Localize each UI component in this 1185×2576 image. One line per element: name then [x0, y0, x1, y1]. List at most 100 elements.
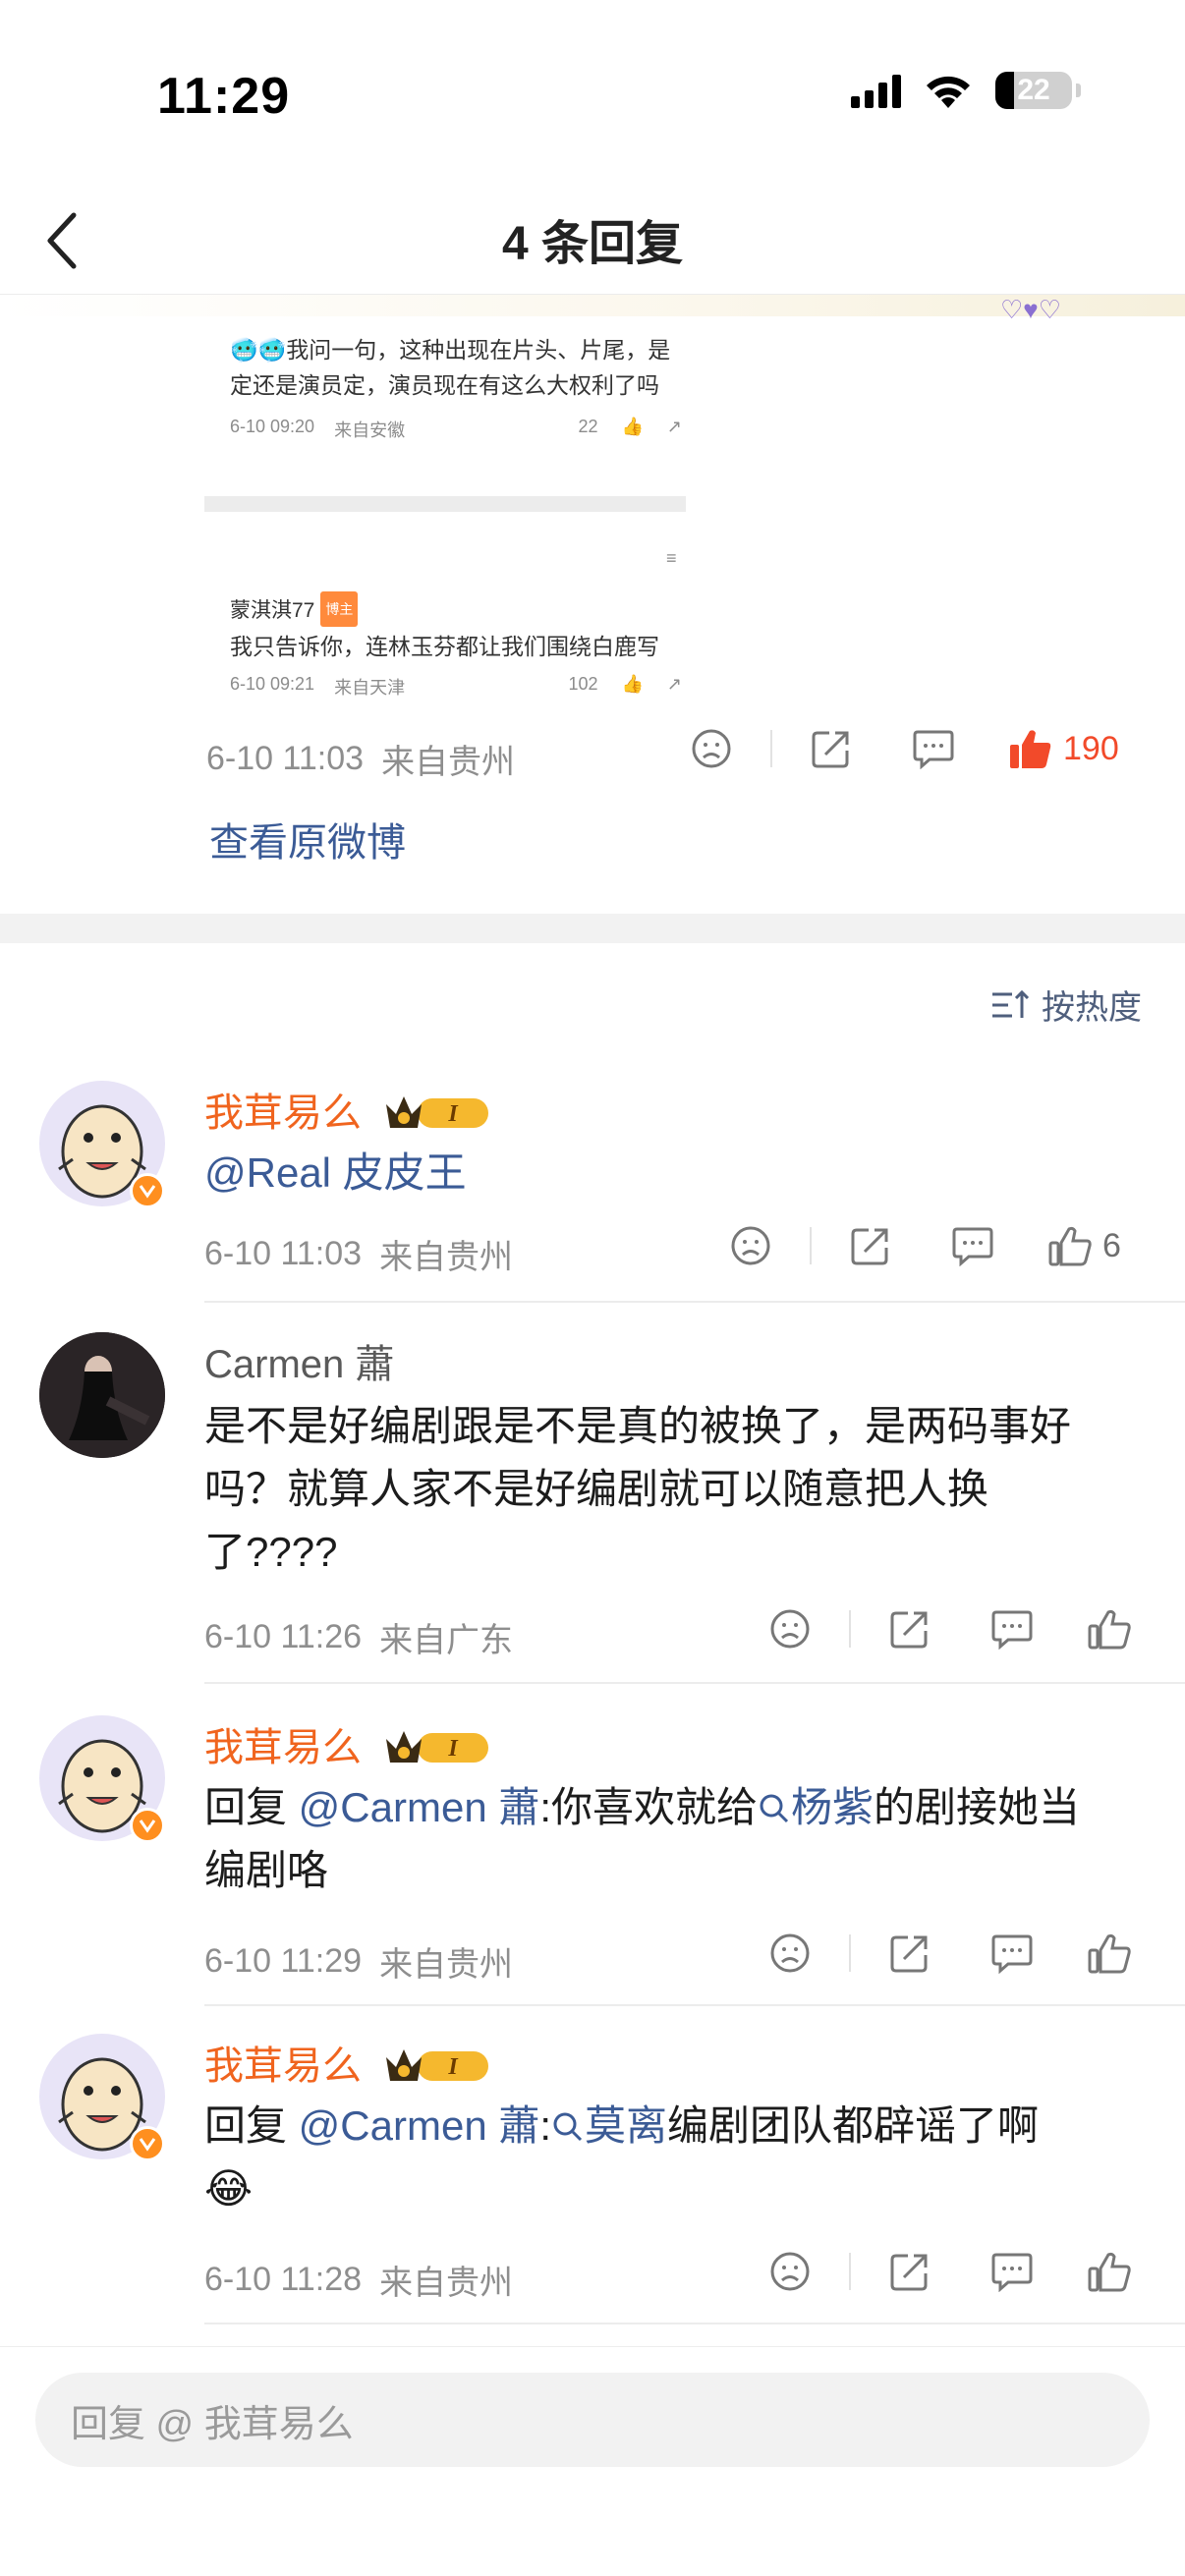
comment-username[interactable]: 我茸易么 I: [204, 2034, 492, 2091]
comment-text: 回复 @Carmen 蕭: 莫离编剧团队都辟谣了啊 😂: [204, 2095, 1148, 2220]
comment-button[interactable]: [906, 728, 961, 769]
frown-icon: [692, 729, 731, 768]
reply-input[interactable]: 回复 @ 我茸易么: [35, 2373, 1150, 2467]
image-comment-1-line-2: 定还是演员定，演员现在有这么大权利了吗: [230, 372, 659, 398]
topic-link[interactable]: 莫离: [551, 2102, 667, 2149]
comment-actions: [762, 1607, 1132, 1651]
comment-icon: [991, 1934, 1033, 1974]
comment-username[interactable]: 我茸易么 I: [204, 1715, 492, 1772]
comment-text: 回复 @Carmen 蕭:你喜欢就给 杨紫的剧接她当 编剧咯: [204, 1784, 1081, 1893]
comment-button[interactable]: [985, 2251, 1040, 2292]
wifi-icon: [927, 76, 970, 108]
comment-username[interactable]: 我茸易么 I: [204, 1081, 492, 1138]
reply-bar: 回复 @ 我茸易么: [0, 2346, 1185, 2576]
svg-text:I: I: [447, 1101, 459, 1127]
thumbs-up-icon: [1048, 1226, 1092, 1266]
dislike-button[interactable]: [762, 2251, 818, 2292]
svg-text:I: I: [447, 1736, 459, 1762]
signal-icon: [851, 73, 901, 108]
comment-button[interactable]: [985, 1608, 1040, 1650]
nav-bar: 4 条回复: [0, 187, 1185, 295]
verified-badge-icon: [130, 2126, 165, 2161]
like-button[interactable]: [1087, 1932, 1132, 1975]
post-actions: 190: [684, 727, 1119, 770]
comment-time: 6-10 11:26: [204, 1618, 363, 1655]
comment-location: 来自广东: [379, 1622, 514, 1659]
comment-meta: 6-10 11:29 来自贵州: [204, 1937, 513, 1986]
comment-meta: 6-10 11:03 来自贵州: [204, 1230, 513, 1278]
share-icon: [890, 2254, 928, 2291]
share-icon: [851, 1228, 888, 1265]
frown-icon: [770, 1933, 810, 1973]
share-button[interactable]: [882, 2250, 937, 2293]
thumbs-up-icon: [1088, 1933, 1131, 1974]
svg-text:I: I: [447, 2054, 459, 2080]
battery-level: 22: [1017, 74, 1050, 106]
share-icon: [890, 1611, 928, 1649]
share-button[interactable]: [804, 727, 859, 770]
mention-link[interactable]: @Real 皮皮王: [204, 1149, 467, 1196]
status-bar: 11:29 22: [0, 0, 1185, 187]
share-button[interactable]: [843, 1224, 898, 1267]
sort-label: 按热度: [1042, 989, 1142, 1027]
like-button[interactable]: 6: [1047, 1224, 1121, 1267]
comment-button[interactable]: [945, 1225, 1000, 1266]
original-post: ♡♥♡ 🥶🥶我问一句，这种出现在片头、片尾，是 定还是演员定，演员现在有这么大权…: [0, 295, 1185, 914]
verified-badge-icon: [130, 1173, 165, 1208]
photo-avatar-icon: [39, 1332, 165, 1458]
share-icon: [890, 1935, 928, 1973]
like-button[interactable]: [1087, 1607, 1132, 1651]
verified-badge-icon: [130, 1808, 165, 1843]
thumbs-up-icon: [1088, 2252, 1131, 2292]
dislike-button[interactable]: [723, 1225, 778, 1266]
like-button[interactable]: [1087, 2250, 1132, 2293]
sort-button[interactable]: 按热度: [990, 980, 1142, 1029]
dislike-button[interactable]: [684, 728, 739, 769]
post-location: 来自贵州: [381, 744, 516, 781]
comment-actions: [762, 1932, 1132, 1975]
frown-icon: [770, 2252, 810, 2291]
frown-icon: [770, 1609, 810, 1649]
section-divider: [0, 914, 1185, 943]
member-crown-badge-icon: I: [386, 1731, 489, 1763]
comment-location: 来自贵州: [379, 2265, 514, 2302]
view-original-link[interactable]: 查看原微博: [209, 811, 406, 868]
share-icon: [812, 731, 849, 768]
share-button[interactable]: [882, 1607, 937, 1651]
post-image[interactable]: ♡♥♡ 🥶🥶我问一句，这种出现在片头、片尾，是 定还是演员定，演员现在有这么大权…: [0, 295, 1185, 705]
battery-icon: 22: [995, 72, 1072, 109]
thumbs-up-icon: [1088, 1609, 1131, 1650]
share-button[interactable]: [882, 1932, 937, 1975]
comment-time: 6-10 11:29: [204, 1942, 363, 1980]
comment-username[interactable]: Carmen 蕭: [204, 1332, 394, 1389]
status-time: 11:29: [157, 68, 291, 125]
comment-time: 6-10 11:28: [204, 2261, 363, 2298]
thumbs-up-filled-icon: [1010, 730, 1051, 768]
post-time: 6-10 11:03: [206, 740, 365, 777]
topic-link[interactable]: 杨紫: [758, 1784, 874, 1830]
heart-decoration: ♡♥♡: [1000, 295, 1062, 324]
comment-button[interactable]: [985, 1932, 1040, 1974]
comment-meta: 6-10 11:26 来自广东: [204, 1613, 513, 1661]
image-comment-1-line-1: 🥶🥶我问一句，这种出现在片头、片尾，是: [230, 337, 671, 363]
image-comment-1-meta: 6-10 09:20 来自安徽 22 👍 ↗: [230, 417, 682, 440]
comment-text: @Real 皮皮王: [204, 1142, 1148, 1204]
like-button[interactable]: 190: [1008, 727, 1119, 770]
comment-meta: 6-10 11:28 来自贵州: [204, 2256, 513, 2304]
frown-icon: [731, 1226, 770, 1265]
member-crown-badge-icon: I: [386, 2049, 489, 2081]
comment-location: 来自贵州: [379, 1239, 514, 1276]
mention-link[interactable]: @Carmen 蕭: [299, 1784, 540, 1830]
like-count: 6: [1102, 1226, 1121, 1264]
dislike-button[interactable]: [762, 1932, 818, 1974]
comment-actions: 6: [723, 1224, 1121, 1267]
comment-text: 是不是好编剧跟是不是真的被换了，是两码事好 吗？就算人家不是好编剧就可以随意把人…: [204, 1403, 1072, 1575]
avatar[interactable]: [39, 1332, 165, 1458]
sort-icon: [992, 989, 1030, 1018]
comment-icon: [991, 1610, 1033, 1650]
image-comment-2-meta: 6-10 09:21 来自天津 102 👍 ↗: [230, 674, 682, 698]
mention-link[interactable]: @Carmen 蕭: [299, 2102, 540, 2149]
dislike-button[interactable]: [762, 1608, 818, 1650]
comment-icon: [991, 2253, 1033, 2292]
image-comment-2-user: 蒙淇淇77 博主: [230, 591, 359, 629]
